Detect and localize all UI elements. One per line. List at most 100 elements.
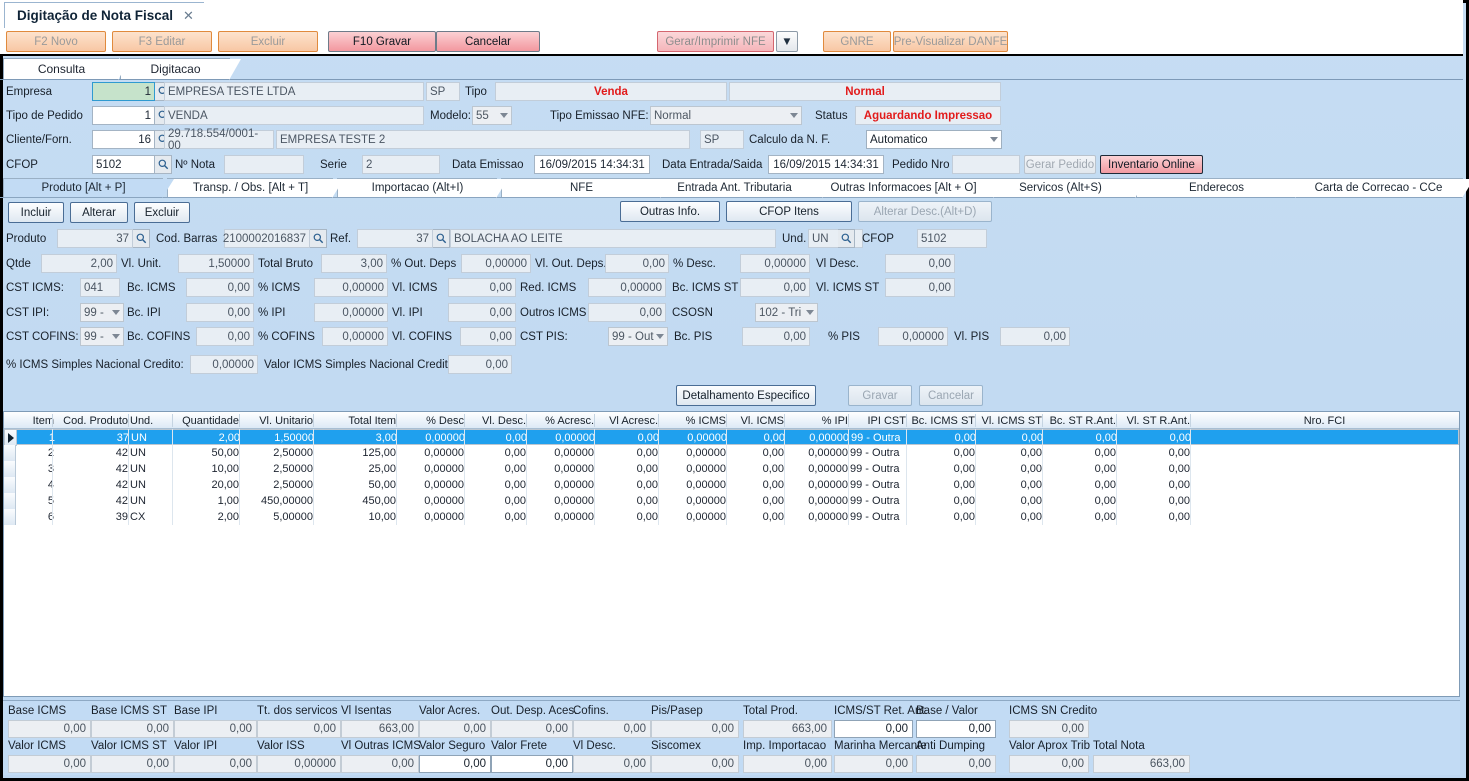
pct-out-deps-input[interactable]: 0,00000 <box>461 254 531 273</box>
row-selector[interactable] <box>4 493 16 509</box>
alterar-desc-button[interactable]: Alterar Desc.(Alt+D) <box>858 201 992 222</box>
inventario-online-button[interactable]: Inventario Online <box>1100 155 1203 174</box>
gnre-button[interactable]: GNRE <box>823 31 891 52</box>
pct-icms-input[interactable]: 0,00000 <box>314 278 388 297</box>
gerar-pedido-button[interactable]: Gerar Pedido <box>1024 155 1096 174</box>
grid-column-header[interactable]: Total Item <box>315 413 396 428</box>
valor-icms-sn-input[interactable]: 0,00 <box>448 355 512 374</box>
table-row[interactable]: 3 42 UN 10,00 2,50000 25,00 0,00000 0,00 0,00000… <box>4 461 1459 477</box>
grid-column-header[interactable]: Bc. ST R.Ant. <box>1044 413 1116 428</box>
excluir-item-button[interactable]: Excluir <box>134 202 190 223</box>
grid-column-header[interactable]: % Acresc. <box>528 413 594 428</box>
vl-unit-input[interactable]: 1,50000 <box>178 254 254 273</box>
row-selector[interactable] <box>4 445 16 461</box>
produto-code-input[interactable]: 37 <box>57 229 133 248</box>
csosn-select[interactable]: 102 - Tri <box>755 303 818 322</box>
cfop-input[interactable]: 5102 <box>92 155 155 174</box>
table-row[interactable]: 1 37UN 2,00 1,50000 3,00 0,00000 0,00 0,00000 0,… <box>4 429 1459 446</box>
cst-cofins-select[interactable]: 99 - <box>80 327 124 346</box>
outras-info-button[interactable]: Outras Info. <box>620 201 720 222</box>
tab-enderecos[interactable]: Enderecos <box>1136 178 1307 198</box>
bc-ipi-input[interactable]: 0,00 <box>186 303 254 322</box>
alterar-button[interactable]: Alterar <box>70 202 128 223</box>
bc-icms-input[interactable]: 0,00 <box>186 278 254 297</box>
red-icms-input[interactable]: 0,00000 <box>588 278 666 297</box>
und-search-icon[interactable] <box>838 229 855 248</box>
tab-carta-correcao[interactable]: Carta de Correcao - CCe <box>1293 178 1469 198</box>
pre-visualizar-danfe-button[interactable]: Pre-Visualizar DANFE <box>893 31 1008 52</box>
row-selector[interactable] <box>4 461 16 477</box>
grid-column-header[interactable]: Cod. Produto <box>54 413 128 428</box>
grid-column-header[interactable]: Vl. ICMS ST <box>977 413 1042 428</box>
f10-gravar-button[interactable]: F10 Gravar <box>328 31 436 52</box>
ref-search-icon[interactable] <box>433 229 450 248</box>
row-selector[interactable] <box>4 509 16 525</box>
grid-column-header[interactable]: Quantidade <box>174 413 239 428</box>
f2-novo-button[interactable]: F2 Novo <box>6 31 106 52</box>
excluir-button[interactable]: Excluir <box>218 31 318 52</box>
cancelar-item-button[interactable]: Cancelar <box>919 385 983 406</box>
pct-pis-input[interactable]: 0,00000 <box>878 327 948 346</box>
vl-ipi-input[interactable]: 0,00 <box>448 303 516 322</box>
cliente-code-input[interactable]: 16 <box>92 130 155 149</box>
f3-editar-button[interactable]: F3 Editar <box>112 31 212 52</box>
cst-ipi-select[interactable]: 99 - <box>80 303 124 322</box>
vl-pis-input[interactable]: 0,00 <box>1000 327 1070 346</box>
qtde-input[interactable]: 2,00 <box>41 254 117 273</box>
vl-desc-input[interactable]: 0,00 <box>885 254 955 273</box>
table-row[interactable]: 5 42 UN 1,00 450,00000 450,00 0,00000 0,00 0,000… <box>4 493 1459 509</box>
tipo-pedido-code-input[interactable]: 1 <box>92 106 155 125</box>
tab-importacao[interactable]: Importacao (Alt+I) <box>337 178 508 198</box>
outros-icms-input[interactable]: 0,00 <box>588 303 666 322</box>
grid-column-header[interactable]: Und. <box>130 413 174 428</box>
vl-icms-input[interactable]: 0,00 <box>448 278 516 297</box>
footer-field-value[interactable]: 0,00 <box>419 755 491 773</box>
pct-icms-sn-input[interactable]: 0,00000 <box>190 355 258 374</box>
ref-input[interactable]: 37 <box>357 229 433 248</box>
nfe-dropdown-button[interactable]: ▼ <box>776 31 798 52</box>
gerar-imprimir-nfe-button[interactable]: Gerar/Imprimir NFE <box>657 31 774 52</box>
cfop-search-icon[interactable] <box>155 155 172 174</box>
table-row[interactable]: 2 42 UN 50,00 2,50000 125,00 0,00000 0,00 0,0000… <box>4 445 1459 461</box>
footer-field-value[interactable]: 0,00 <box>916 720 996 738</box>
items-grid[interactable]: Item Cod. Produto Und. Quantidade Vl. Unitar… <box>3 411 1460 697</box>
cancelar-button[interactable]: Cancelar <box>436 31 540 52</box>
cod-barras-input[interactable]: 2100002016837 <box>223 229 310 248</box>
footer-field-value[interactable]: 0,00 <box>491 755 573 773</box>
pedido-nro-input[interactable] <box>952 155 1020 174</box>
row-selector[interactable] <box>4 477 16 493</box>
cfop-itens-button[interactable]: CFOP Itens <box>726 201 852 222</box>
grid-column-header[interactable]: Vl. ST R.Ant. <box>1118 413 1190 428</box>
grid-column-header[interactable]: Bc. ICMS ST <box>908 413 975 428</box>
tipo-emissao-select[interactable]: Normal <box>650 106 802 125</box>
tab-nfe[interactable]: NFE <box>501 178 672 198</box>
table-row[interactable]: 6 39 CX 2,00 5,00000 10,00 0,00000 0,00 0,00000 0… <box>4 509 1459 525</box>
modelo-select[interactable]: 55 <box>472 106 512 125</box>
grid-column-header[interactable]: % IPI <box>786 413 848 428</box>
grid-column-header[interactable]: Vl. Desc. <box>466 413 526 428</box>
produto-search-icon[interactable] <box>133 229 150 248</box>
pct-cofins-input[interactable]: 0,00000 <box>322 327 388 346</box>
tab-servicos[interactable]: Servicos (Alt+S) <box>984 178 1147 198</box>
bc-icms-st-input[interactable]: 0,00 <box>740 278 810 297</box>
grid-column-header[interactable]: Vl. Unitario <box>241 413 313 428</box>
pct-desc-input[interactable]: 0,00000 <box>740 254 810 273</box>
grid-column-header[interactable]: % ICMS <box>660 413 726 428</box>
table-row[interactable]: 4 42 UN 20,00 2,50000 50,00 0,00000 0,00 0,00000… <box>4 477 1459 493</box>
cst-pis-select[interactable]: 99 - Out <box>608 327 668 346</box>
incluir-button[interactable]: Incluir <box>8 202 64 223</box>
bc-pis-input[interactable]: 0,00 <box>742 327 810 346</box>
vl-cofins-input[interactable]: 0,00 <box>460 327 516 346</box>
row-selector-arrow-icon[interactable] <box>5 430 17 446</box>
footer-field-value[interactable]: 0,00 <box>834 720 913 738</box>
grid-column-header[interactable]: Vl. ICMS <box>728 413 784 428</box>
grid-column-header[interactable]: % Desc <box>398 413 464 428</box>
data-entrada-input[interactable]: 16/09/2015 14:34:31 <box>768 155 884 174</box>
tab-consulta[interactable]: Consulta <box>3 58 130 80</box>
grid-column-header[interactable]: IPI CST <box>850 413 906 428</box>
vl-out-deps-input[interactable]: 0,00 <box>605 254 669 273</box>
empresa-code-input[interactable]: 1 <box>92 82 155 101</box>
vl-icms-st-input[interactable]: 0,00 <box>885 278 955 297</box>
close-icon[interactable]: ✕ <box>183 8 194 24</box>
grid-column-header[interactable]: Vl Acresc. <box>596 413 658 428</box>
